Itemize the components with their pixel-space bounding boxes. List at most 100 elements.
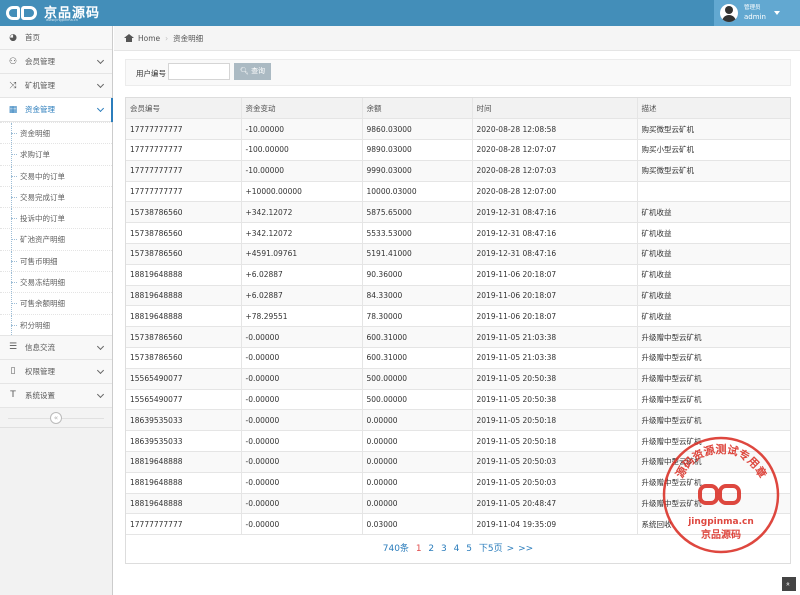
sidebar-item-funds[interactable]: ▦ 资金管理: [0, 98, 113, 122]
chevron-down-icon: [96, 342, 105, 351]
stamp-arc-text: 源码资源测试专用章: [672, 442, 769, 480]
time-cell: 2019-12-31 08:47:16: [472, 222, 638, 245]
member-id-cell: 18639535033: [126, 409, 242, 432]
amount-change-cell: +6.02887: [241, 285, 363, 307]
balance-cell: 90.36000: [362, 264, 473, 286]
amount-change-cell: -10.00000: [241, 160, 363, 182]
description-cell: 升级赠中型云矿机: [637, 389, 790, 411]
sidebar-item-label: 首页: [25, 33, 40, 42]
sidebar-item-label: 资金管理: [25, 105, 55, 114]
balance-cell: 500.00000: [362, 389, 473, 411]
sidebar-item-label: 会员管理: [25, 57, 55, 66]
sidebar-item-permissions[interactable]: ▯ 权限管理: [0, 359, 112, 384]
last-page[interactable]: >>: [518, 544, 533, 554]
balance-cell: 10000.03000: [362, 181, 473, 203]
balance-cell: 600.31000: [362, 326, 473, 349]
sidebar-item-miners[interactable]: ⤨ 矿机管理: [0, 74, 112, 98]
sidebar-item-home[interactable]: ◕ 首页: [0, 26, 112, 50]
member-id-cell: 15738786560: [126, 243, 242, 265]
submenu-pool-assets[interactable]: 矿池资产明细: [0, 228, 112, 251]
submenu-frozen-details[interactable]: 交易冻结明细: [0, 271, 112, 293]
collapse-sidebar-icon[interactable]: «: [50, 411, 62, 424]
description-cell: 矿机收益: [637, 243, 790, 265]
table-row: 18819648888 +78.29551 78.30000 2019-11-06 2…: [126, 305, 790, 328]
search-button[interactable]: 🔍︎ 查询: [234, 63, 271, 80]
submenu-buy-orders[interactable]: 求购订单: [0, 143, 112, 165]
column-header: 资金变动: [241, 98, 363, 120]
page-2[interactable]: 2: [428, 544, 434, 554]
avatar-icon: [720, 4, 738, 22]
submenu-sellable-balance[interactable]: 可售余额明细: [0, 292, 112, 314]
amount-change-cell: -0.00000: [241, 326, 363, 349]
balance-cell: 9990.03000: [362, 160, 473, 182]
breadcrumb-separator-icon: ›: [165, 33, 169, 43]
amount-change-cell: -0.00000: [241, 472, 363, 494]
list-icon: ☰: [8, 342, 18, 353]
amount-change-cell: +4591.09761: [241, 243, 363, 265]
description-cell: 升级赠中型云矿机: [637, 347, 790, 369]
amount-change-cell: -0.00000: [241, 513, 363, 536]
caret-down-icon: [773, 11, 780, 15]
submenu-points-details[interactable]: 积分明细: [0, 313, 112, 336]
description-cell: 矿机收益: [637, 222, 790, 245]
stamp-logo-icon: [698, 484, 741, 505]
amount-change-cell: -0.00000: [241, 409, 363, 432]
column-header: 描述: [637, 98, 790, 120]
sidebar-item-messages[interactable]: ☰ 信息交流: [0, 335, 112, 360]
member-id-cell: 17777777777: [126, 513, 242, 536]
user-menu[interactable]: 管理员 admin: [714, 0, 800, 26]
submenu-complaint-orders[interactable]: 投诉中的订单: [0, 207, 112, 229]
breadcrumb-home[interactable]: Home: [138, 34, 160, 43]
submenu-trading-orders[interactable]: 交易中的订单: [0, 164, 112, 187]
member-id-cell: 18819648888: [126, 285, 242, 307]
page-3[interactable]: 3: [441, 544, 447, 554]
time-cell: 2020-08-28 12:07:07: [472, 139, 638, 161]
next-page[interactable]: >: [507, 544, 515, 554]
member-id-cell: 18819648888: [126, 305, 242, 328]
dp-logo-icon: [6, 4, 40, 22]
dashboard-icon: ◕: [9, 32, 17, 43]
time-cell: 2019-11-05 20:50:03: [472, 472, 638, 494]
stamp-url: jingpinma.cn: [687, 517, 754, 527]
sidebar-item-settings[interactable]: T 系统设置: [0, 383, 112, 408]
submenu-completed-orders[interactable]: 交易完成订单: [0, 185, 112, 208]
search-button-label: 查询: [251, 67, 266, 75]
sidebar-item-label: 信息交流: [25, 342, 55, 352]
amount-change-cell: +78.29551: [241, 305, 363, 328]
table-row: 18639535033 -0.00000 0.00000 2019-11-05 20:…: [126, 409, 790, 432]
member-id-cell: 18819648888: [126, 264, 242, 286]
total-count: 740条: [382, 544, 409, 555]
stamp-name: 京品源码: [701, 528, 741, 541]
page-5[interactable]: 5: [466, 544, 472, 554]
table-row: 15565490077 -0.00000 500.00000 2019-11-05 2…: [126, 389, 790, 411]
table-row: 17777777777 -10.00000 9990.03000 2020-08-28…: [126, 160, 790, 182]
balance-cell: 5191.41000: [362, 243, 473, 265]
table-row: 17777777777 +10000.00000 10000.03000 2020-0…: [126, 181, 790, 203]
member-id-cell: 15738786560: [126, 201, 242, 224]
submenu-sellable-coins[interactable]: 可售币明细: [0, 249, 112, 272]
balance-cell: 0.00000: [362, 472, 473, 494]
page-4[interactable]: 4: [454, 544, 460, 554]
amount-change-cell: -100.00000: [241, 139, 363, 161]
table-row: 17777777777 -100.00000 9890.03000 2020-08-2…: [126, 139, 790, 161]
column-header: 会员编号: [126, 98, 242, 120]
user-id-input[interactable]: [168, 63, 230, 80]
watermark-stamp: 源码资源测试专用章 jingpinma.cn 京品源码: [662, 436, 780, 554]
brand-logo[interactable]: 京品源码 www.jingpinma.cn: [6, 2, 100, 24]
amount-change-cell: -0.00000: [241, 451, 363, 473]
time-cell: 2019-11-05 20:48:47: [472, 493, 638, 515]
user-role: 管理员: [744, 5, 761, 11]
sidebar-item-members[interactable]: ⚇ 会员管理: [0, 50, 112, 74]
member-id-cell: 15738786560: [126, 222, 242, 245]
page-1[interactable]: 1: [416, 544, 422, 554]
balance-cell: 600.31000: [362, 347, 473, 369]
home-icon: [124, 34, 134, 42]
sidebar-item-label: 系统设置: [25, 390, 55, 400]
submenu-fund-details[interactable]: 资金明细: [0, 122, 112, 144]
member-id-cell: 15565490077: [126, 368, 242, 390]
column-header: 余额: [362, 98, 473, 120]
time-cell: 2019-11-06 20:18:07: [472, 285, 638, 307]
scroll-top-button[interactable]: »: [782, 577, 796, 591]
balance-cell: 0.00000: [362, 493, 473, 515]
next-five-pages[interactable]: 下5页: [479, 544, 503, 554]
